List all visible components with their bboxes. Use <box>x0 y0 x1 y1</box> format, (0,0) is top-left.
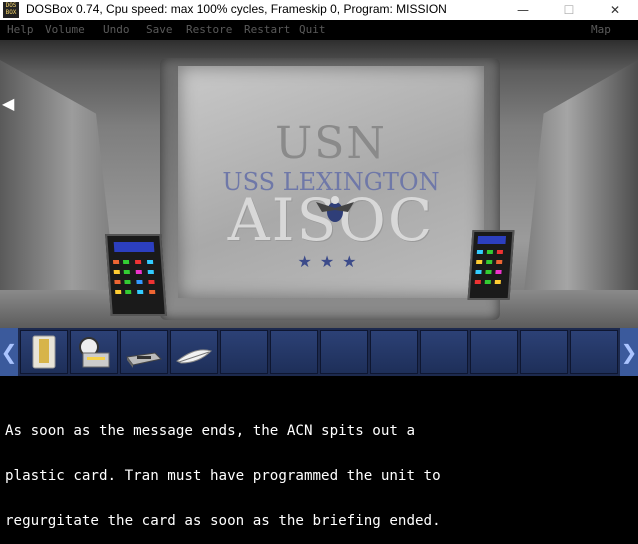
device-icon <box>126 352 163 368</box>
control-panel-right[interactable] <box>467 230 515 300</box>
inventory-slot[interactable] <box>20 330 68 374</box>
window-title: DOSBox 0.74, Cpu speed: max 100% cycles,… <box>26 2 447 16</box>
briefing-screen[interactable]: USN USS LEXINGTON AISOC ★★★ <box>178 66 484 298</box>
eagle-emblem-icon <box>316 196 354 222</box>
game-menu-bar: Help Volume Undo Save Restore Restart Qu… <box>0 20 638 40</box>
inventory-slot[interactable] <box>420 330 468 374</box>
feather-icon <box>176 349 212 364</box>
window-titlebar: DOS BOX DOSBox 0.74, Cpu speed: max 100% … <box>0 0 638 20</box>
inventory-scroll-left-button[interactable]: ❮ <box>0 328 18 376</box>
inventory-slot[interactable] <box>320 330 368 374</box>
screen-text-usn: USN <box>275 118 387 169</box>
inventory-slot[interactable] <box>170 330 218 374</box>
menu-restart[interactable]: Restart <box>244 23 290 36</box>
narration-line: regurgitate the card as soon as the brie… <box>5 513 441 529</box>
menu-map[interactable]: Map <box>591 23 611 36</box>
close-button[interactable]: ✕ <box>592 0 638 20</box>
inventory-slot[interactable] <box>520 330 568 374</box>
plastic-card-icon <box>32 335 56 369</box>
narration-line: As soon as the message ends, the ACN spi… <box>5 423 415 439</box>
maximize-button[interactable]: ☐ <box>546 0 592 20</box>
inventory-slot[interactable] <box>220 330 268 374</box>
inventory-slot[interactable] <box>270 330 318 374</box>
inventory-slot[interactable] <box>120 330 168 374</box>
minimize-button[interactable]: — <box>500 0 546 20</box>
game-viewport[interactable]: USN USS LEXINGTON AISOC ★★★ <box>0 40 638 328</box>
narration-text: As soon as the message ends, the ACN spi… <box>5 394 635 544</box>
menu-volume[interactable]: Volume <box>45 23 85 36</box>
menu-undo[interactable]: Undo <box>103 23 130 36</box>
dosbox-app-icon[interactable]: DOS BOX <box>3 2 19 18</box>
inventory-slot[interactable] <box>470 330 518 374</box>
inventory-slot[interactable] <box>370 330 418 374</box>
control-panel-left[interactable] <box>105 234 167 316</box>
inventory-slot[interactable] <box>70 330 118 374</box>
menu-help[interactable]: Help <box>7 23 34 36</box>
inventory-scroll-right-button[interactable]: ❯ <box>620 328 638 376</box>
arrow-left-icon[interactable]: ◀ <box>2 96 20 112</box>
menu-restore[interactable]: Restore <box>186 23 232 36</box>
right-wall <box>520 60 638 328</box>
inventory-slot[interactable] <box>570 330 618 374</box>
emblem-stars: ★★★ <box>297 252 365 271</box>
narration-line: plastic card. Tran must have programmed … <box>5 468 441 484</box>
menu-quit[interactable]: Quit <box>299 23 326 36</box>
inventory-bar: ❮ ❯ <box>0 328 638 376</box>
camera-icon <box>79 337 110 368</box>
menu-save[interactable]: Save <box>146 23 173 36</box>
